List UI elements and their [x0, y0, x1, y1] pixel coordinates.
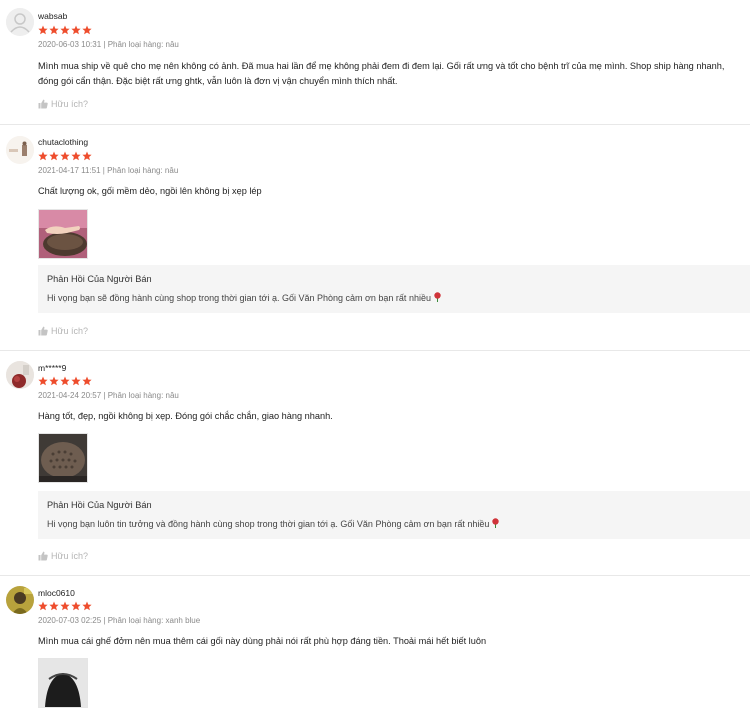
star-icon	[71, 376, 81, 386]
thumbs-up-icon	[38, 326, 48, 336]
review-username[interactable]: chutaclothing	[38, 137, 88, 147]
review-meta: 2021-04-17 11:51 | Phân loại hàng: nâu	[38, 166, 179, 175]
helpful-label: Hữu ích?	[51, 326, 89, 336]
review-comment: Chất lượng ok, gối mềm dẻo, ngồi lên khô…	[38, 186, 262, 196]
review-username[interactable]: wabsab	[38, 11, 67, 21]
review-username[interactable]: mloc0610	[38, 588, 75, 598]
seller-response: Phản Hồi Của Người Bán Hi vọng bạn sẽ đồ…	[38, 265, 750, 313]
seller-response-text: Hi vọng bạn luôn tin tưởng và đồng hành …	[47, 518, 500, 529]
review-item: wabsab 2020-06-03 10:31 | Phân loại hàng…	[0, 0, 750, 125]
user-photo-avatar	[6, 586, 34, 614]
rose-icon	[434, 292, 441, 302]
star-icon	[49, 601, 59, 611]
review-meta: 2020-06-03 10:31 | Phân loại hàng: nâu	[38, 40, 179, 49]
star-icon	[82, 151, 92, 161]
star-icon	[60, 25, 70, 35]
thumbs-up-icon	[38, 551, 48, 561]
star-icon	[82, 601, 92, 611]
rating-stars	[38, 151, 92, 161]
seller-response-body: Hi vọng bạn sẽ đồng hành cùng shop trong…	[47, 293, 431, 303]
helpful-label: Hữu ích?	[51, 99, 89, 109]
rating-stars	[38, 601, 92, 611]
seller-response-title: Phản Hồi Của Người Bán	[47, 274, 152, 284]
star-icon	[71, 151, 81, 161]
seller-response-title: Phản Hồi Của Người Bán	[47, 500, 152, 510]
star-icon	[49, 25, 59, 35]
helpful-button[interactable]: Hữu ích?	[38, 99, 88, 109]
review-meta: 2021-04-24 20:57 | Phân loại hàng: nâu	[38, 391, 179, 400]
helpful-label: Hữu ích?	[51, 551, 89, 561]
seller-response: Phản Hồi Của Người Bán Hi vọng bạn luôn …	[38, 491, 750, 539]
user-photo-avatar	[6, 361, 34, 389]
star-icon	[60, 376, 70, 386]
review-username[interactable]: m*****9	[38, 363, 66, 373]
review-item: chutaclothing 2021-04-17 11:51 | Phân lo…	[0, 125, 750, 351]
review-photo[interactable]	[38, 658, 88, 708]
shop-logo-avatar	[6, 136, 34, 164]
star-icon	[49, 151, 59, 161]
seller-response-text: Hi vọng bạn sẽ đồng hành cùng shop trong…	[47, 292, 442, 303]
review-item: mloc0610 2020-07-03 02:25 | Phân loại hà…	[0, 576, 750, 714]
avatar[interactable]	[6, 136, 34, 164]
star-icon	[38, 25, 48, 35]
star-icon	[82, 376, 92, 386]
star-icon	[71, 601, 81, 611]
star-icon	[38, 151, 48, 161]
rose-icon	[492, 518, 500, 528]
review-comment: Mình mua ship về quê cho mẹ nên không có…	[38, 61, 725, 86]
avatar[interactable]	[6, 361, 34, 389]
review-comment: Mình mua cái ghế đởm nên mua thêm cái gố…	[38, 636, 487, 646]
star-icon	[38, 376, 48, 386]
thumbs-up-icon	[38, 99, 48, 109]
review-photo[interactable]	[38, 209, 88, 259]
review-meta: 2020-07-03 02:25 | Phân loại hàng: xanh …	[38, 616, 201, 625]
star-icon	[49, 376, 59, 386]
review-item: m*****9 2021-04-24 20:57 | Phân loại hàn…	[0, 351, 750, 576]
star-icon	[38, 601, 48, 611]
avatar[interactable]	[6, 8, 34, 36]
avatar[interactable]	[6, 586, 34, 614]
star-icon	[71, 25, 81, 35]
cushion-photo-image	[39, 210, 87, 258]
seller-response-body: Hi vọng bạn luôn tin tưởng và đồng hành …	[47, 519, 490, 529]
rating-stars	[38, 376, 92, 386]
star-icon	[60, 601, 70, 611]
helpful-button[interactable]: Hữu ích?	[38, 551, 88, 561]
helpful-button[interactable]: Hữu ích?	[38, 326, 88, 336]
star-icon	[82, 25, 92, 35]
rating-stars	[38, 25, 92, 35]
cushion-photo-image	[39, 434, 87, 482]
user-placeholder-icon	[6, 8, 34, 36]
chair-photo-image	[39, 659, 87, 707]
review-comment: Hàng tốt, đẹp, ngồi không bị xẹp. Đóng g…	[38, 411, 333, 421]
star-icon	[60, 151, 70, 161]
review-photo[interactable]	[38, 433, 88, 483]
